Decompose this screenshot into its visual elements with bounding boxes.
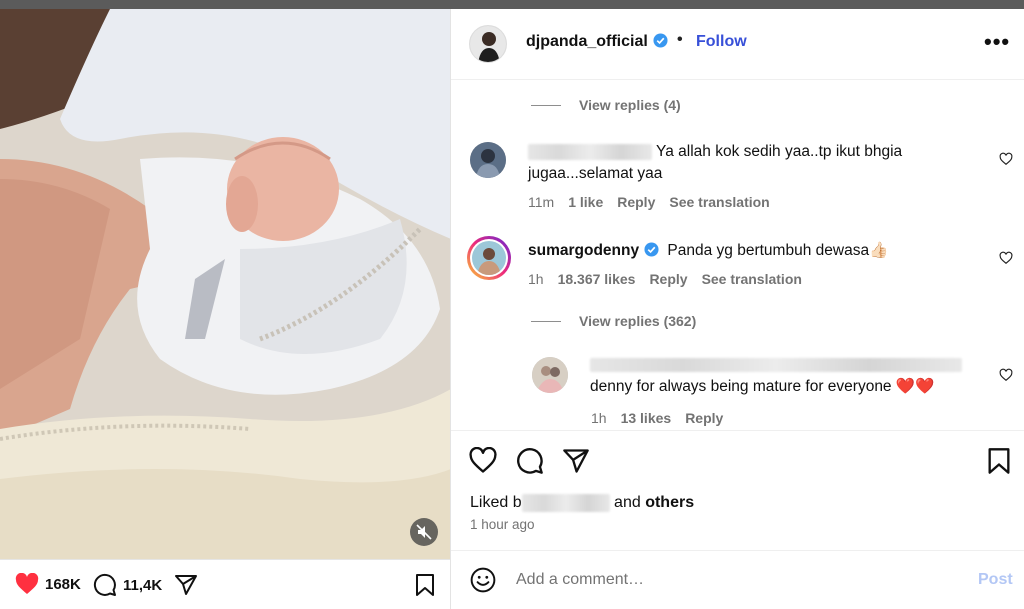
liked-by-line[interactable]: Liked b and others — [470, 494, 694, 512]
post-media-image[interactable] — [0, 9, 451, 559]
comment-bubble-icon[interactable] — [516, 447, 544, 475]
comment-1-text: Ya allah kok sedih yaa..tp ikut bhgia ju… — [528, 141, 968, 185]
comment-1-body-line2: jugaa...selamat yaa — [528, 165, 663, 182]
emoji-icon[interactable] — [470, 567, 496, 593]
follow-button[interactable]: Follow — [696, 33, 747, 51]
replies-line — [531, 104, 561, 106]
reply-meta: 1h 13 likes Reply — [591, 410, 723, 426]
comment-1-reply[interactable]: Reply — [617, 194, 655, 210]
view-replies-mid[interactable]: View replies (362) — [531, 313, 696, 329]
view-replies-top[interactable]: View replies (4) — [531, 97, 681, 113]
comment-2-reply[interactable]: Reply — [649, 271, 687, 287]
reply-avatar[interactable] — [532, 357, 568, 393]
author-username-row[interactable]: djpanda_official — [526, 33, 668, 51]
comment-1-translate[interactable]: See translation — [669, 194, 769, 210]
comment-1-like-icon[interactable] — [999, 152, 1013, 166]
comment-input[interactable]: Add a comment… — [516, 571, 644, 589]
author-avatar[interactable] — [469, 25, 507, 63]
comment-avatar[interactable] — [470, 142, 506, 178]
speaker-muted-icon — [416, 524, 432, 540]
comment-2-avatar-inner — [470, 239, 508, 277]
heart-filled-icon[interactable] — [15, 573, 39, 595]
mute-toggle-button[interactable] — [410, 518, 438, 546]
comment-1-time: 11m — [528, 194, 555, 210]
save-bookmark-icon[interactable] — [985, 447, 1013, 475]
reply-time: 1h — [591, 410, 607, 426]
media-like-group[interactable]: 168K — [15, 573, 81, 595]
reply-avatar-image — [532, 357, 568, 393]
bookmark-icon[interactable] — [415, 573, 435, 597]
comment-2-username[interactable]: sumargodenny — [528, 242, 639, 259]
send-share-icon[interactable] — [562, 447, 590, 475]
comment-2-avatar-image — [472, 241, 506, 275]
header-separator: • — [677, 31, 683, 48]
comment-2-text: sumargodenny Panda yg bertumbuh dewasa👍🏻 — [528, 240, 968, 262]
comments-list[interactable]: View replies (4) Ya allah kok sedih yaa.… — [451, 80, 1024, 430]
liked-others-link[interactable]: others — [645, 494, 694, 511]
view-replies-mid-label: View replies (362) — [579, 313, 697, 329]
baby-hand-photo — [0, 9, 451, 559]
comment-2-translate[interactable]: See translation — [702, 271, 802, 287]
replies-line — [531, 320, 561, 322]
post-actions: Liked b and others 1 hour ago — [451, 430, 1024, 550]
liked-prefix: Liked b — [470, 494, 522, 512]
window-top-bar — [0, 0, 1024, 9]
comment-2-meta: 1h 18.367 likes Reply See translation — [528, 271, 802, 287]
comment-1-body-line1: Ya allah kok sedih yaa..tp ikut bhgia — [656, 143, 903, 160]
comment-icon[interactable] — [93, 573, 117, 597]
post-timestamp: 1 hour ago — [470, 517, 535, 532]
liked-and: and — [614, 494, 641, 512]
post-header: djpanda_official • Follow ••• — [451, 9, 1024, 80]
reply-like-icon[interactable] — [999, 368, 1013, 382]
post-comment-button[interactable]: Post — [978, 571, 1013, 589]
comment-1-likes[interactable]: 1 like — [568, 194, 603, 210]
comment-avatar-image — [470, 142, 506, 178]
blurred-liker — [521, 494, 610, 512]
view-replies-top-label: View replies (4) — [579, 97, 681, 113]
blurred-reply-line — [590, 357, 962, 372]
reply-text: denny for always being mature for everyo… — [590, 354, 990, 398]
verified-badge-icon — [653, 33, 668, 48]
author-username[interactable]: djpanda_official — [526, 33, 648, 50]
media-comment-group[interactable]: 11,4K — [93, 573, 162, 597]
comment-1-meta: 11m 1 like Reply See translation — [528, 194, 770, 210]
comment-2-body: Panda yg bertumbuh dewasa👍🏻 — [667, 242, 889, 259]
author-avatar-image — [470, 26, 506, 62]
comment-2-verified-icon — [644, 242, 659, 257]
reply-body: denny for always being mature for everyo… — [590, 378, 935, 395]
comment-2-time: 1h — [528, 271, 544, 287]
like-heart-icon[interactable] — [469, 447, 497, 475]
blurred-username — [528, 143, 652, 160]
comment-2-avatar-story-ring[interactable] — [467, 236, 511, 280]
comment-2-like-icon[interactable] — [999, 251, 1013, 265]
add-comment-bar: Add a comment… Post — [451, 550, 1024, 609]
reply-likes[interactable]: 13 likes — [621, 410, 672, 426]
share-icon[interactable] — [174, 574, 198, 596]
comments-count: 11,4K — [123, 576, 163, 594]
reply-reply[interactable]: Reply — [685, 410, 723, 426]
comment-2-likes[interactable]: 18.367 likes — [558, 271, 636, 287]
more-options-button[interactable]: ••• — [984, 29, 1010, 55]
likes-count: 168K — [45, 575, 81, 593]
media-action-bar: 168K 11,4K — [0, 559, 451, 609]
